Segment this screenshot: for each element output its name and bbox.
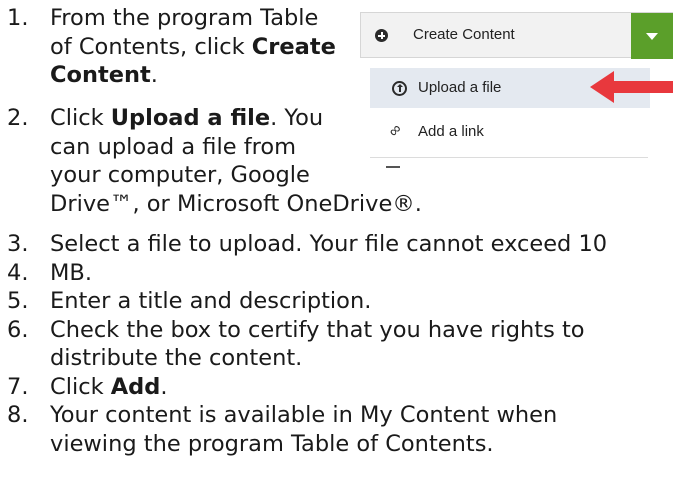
create-content-label: Create Content: [413, 26, 515, 43]
create-content-button[interactable]: Create Content: [360, 12, 673, 59]
menu-item-label: Add a link: [418, 123, 484, 140]
menu-divider: [370, 157, 648, 158]
step-number: 4.: [7, 259, 29, 286]
step-text-line: Drive™, or Microsoft OneDrive®.: [50, 190, 422, 217]
step-number: 7.: [7, 373, 29, 400]
step-text-line: can upload a file from: [50, 133, 297, 160]
step-text-line: Enter a title and description.: [50, 288, 372, 314]
step-text-line: Click Upload a file. You: [50, 105, 324, 131]
bold-term: Content: [50, 62, 151, 88]
plus-circle-icon: [375, 29, 388, 42]
step-text-line: Check the box to certify that you have r…: [50, 316, 585, 343]
upload-icon: [392, 81, 407, 96]
step-text-line: Select a file to upload. Your file canno…: [50, 231, 608, 257]
step-text-line: Your content is available in My Content …: [50, 402, 558, 428]
step-text-line: viewing the program Table of Contents.: [50, 430, 494, 457]
step-number: 8.: [7, 402, 29, 428]
step-text-line: From the program Table: [50, 5, 319, 31]
bold-term: Create: [251, 33, 336, 60]
step-text-line: Content.: [50, 62, 158, 88]
pointer-arrow-icon: [590, 71, 673, 103]
link-icon: ∞: [385, 120, 406, 141]
bold-term: Add: [110, 373, 161, 400]
bold-term: Upload a file: [110, 105, 271, 131]
step-number: 5.: [7, 288, 29, 314]
menu-item-add-a-link[interactable]: ∞ Add a link: [370, 112, 650, 152]
step-number: 6.: [7, 316, 29, 343]
create-content-dropdown-toggle[interactable]: [631, 13, 673, 59]
step-text-line: distribute the content.: [50, 345, 303, 371]
step-number: 2.: [7, 105, 29, 131]
step-text-line: MB.: [50, 259, 93, 286]
step-number: 1.: [7, 5, 29, 31]
step-text-line: Click Add.: [50, 373, 168, 400]
step-number: 3.: [7, 231, 29, 257]
step-text-line: your computer, Google: [50, 162, 310, 188]
step-text-line: of Contents, click Create: [50, 33, 336, 60]
caret-down-icon: [646, 33, 658, 40]
menu-item-label: Upload a file: [418, 79, 502, 96]
menu-item-partial: [386, 166, 400, 168]
